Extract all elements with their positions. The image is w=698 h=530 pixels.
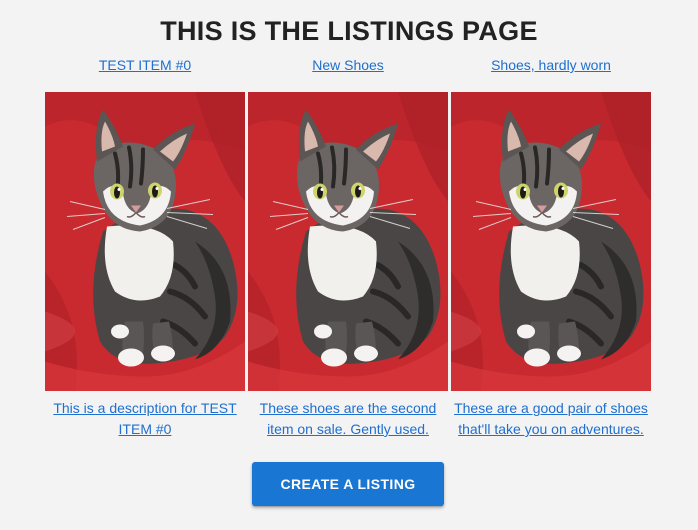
listing-title-link[interactable]: TEST ITEM #0 [35,57,255,73]
listing-title-link[interactable]: New Shoes [238,57,458,73]
create-listing-button[interactable]: CREATE A LISTING [252,462,444,506]
kitten-photo-icon[interactable] [45,92,245,391]
kitten-photo-icon[interactable] [451,92,651,391]
listings-grid: TEST ITEM #0 This is a description for T… [45,0,651,530]
listing-description-link[interactable]: This is a description for TEST ITEM #0 [45,398,245,440]
listing-card: TEST ITEM #0 This is a description for T… [45,0,245,530]
listing-card: Shoes, hardly worn These are a good pair… [451,0,651,530]
kitten-photo-icon[interactable] [248,92,448,391]
listing-title-link[interactable]: Shoes, hardly worn [441,57,661,73]
listings-page: THIS IS THE LISTINGS PAGE TEST ITEM #0 T… [0,0,698,530]
listing-description-link[interactable]: These are a good pair of shoes that'll t… [451,398,651,440]
listing-description-link[interactable]: These shoes are the second item on sale.… [248,398,448,440]
listing-card: New Shoes These shoes are the second ite… [248,0,448,530]
